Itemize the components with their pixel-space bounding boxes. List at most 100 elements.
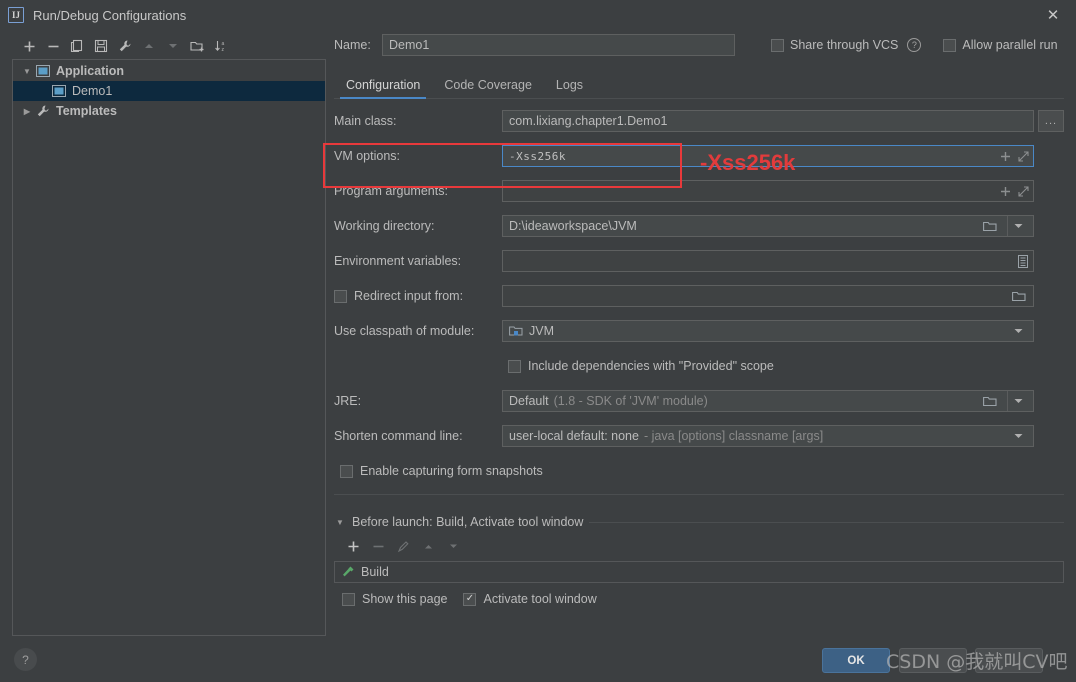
save-icon[interactable] [90, 35, 112, 57]
plus-icon[interactable] [1000, 186, 1011, 197]
wrench-icon[interactable] [114, 35, 136, 57]
tree-item-label: Demo1 [72, 84, 113, 98]
before-launch-header[interactable]: ▼ Before launch: Build, Activate tool wi… [334, 515, 1064, 529]
tree-item-templates[interactable]: ▶ Templates [13, 101, 325, 121]
jre-value: Default [509, 394, 549, 408]
jre-select[interactable]: Default (1.8 - SDK of 'JVM' module) [502, 390, 1034, 412]
chevron-down-icon[interactable] [1007, 216, 1029, 236]
redirect-input-checkbox[interactable] [334, 289, 347, 303]
plus-icon[interactable] [1000, 151, 1011, 162]
allow-parallel-group: Allow parallel run [943, 38, 1058, 52]
configurations-toolbar: a z [12, 33, 326, 59]
form-snapshots-label: Enable capturing form snapshots [360, 464, 543, 478]
tree-item-demo1[interactable]: · Demo1 [13, 81, 325, 101]
shorten-command-line-field-actions [1007, 425, 1029, 447]
jre-row: JRE: Default (1.8 - SDK of 'JVM' module) [334, 389, 1064, 413]
chevron-down-icon[interactable]: ▼ [334, 518, 346, 527]
classpath-module-select[interactable]: JVM [502, 320, 1034, 342]
intellij-idea-icon: IJ [8, 7, 24, 23]
folder-icon[interactable] [1009, 290, 1029, 302]
remove-task-button[interactable] [367, 535, 389, 557]
chevron-down-icon[interactable] [1007, 321, 1029, 341]
main-class-input[interactable]: com.lixiang.chapter1.Demo1 [502, 110, 1034, 132]
main-class-row: Main class: com.lixiang.chapter1.Demo1 .… [334, 109, 1064, 133]
vm-options-row: VM options: -Xss256k [334, 144, 1064, 168]
configuration-editor: Name: Demo1 Share through VCS ? Allow pa… [334, 33, 1064, 606]
task-down-button[interactable] [442, 535, 464, 557]
show-this-page-checkbox[interactable] [342, 592, 355, 606]
form-snapshots-checkbox[interactable] [340, 464, 353, 478]
expand-icon[interactable] [1018, 150, 1029, 162]
classpath-module-row: Use classpath of module: JVM [334, 319, 1064, 343]
vm-options-label: VM options: [334, 149, 401, 163]
sort-az-icon[interactable]: a z [210, 35, 232, 57]
chevron-down-icon[interactable] [1007, 391, 1029, 411]
form-snapshots-row: Enable capturing form snapshots [334, 459, 1064, 483]
share-vcs-checkbox[interactable] [771, 38, 784, 52]
folder-add-icon[interactable] [186, 35, 208, 57]
redirect-input-field[interactable] [502, 285, 1034, 307]
include-provided-checkbox[interactable] [508, 359, 521, 373]
shorten-command-line-select[interactable]: user-local default: none - java [options… [502, 425, 1034, 447]
remove-button[interactable] [42, 35, 64, 57]
expand-icon[interactable] [1018, 185, 1029, 197]
list-icon[interactable] [1017, 254, 1029, 268]
before-launch-title: Before launch: Build, Activate tool wind… [352, 515, 584, 529]
pencil-icon[interactable] [392, 535, 414, 557]
tree-item-application[interactable]: ▼ Application [13, 61, 325, 81]
before-launch-task-list[interactable]: Build [334, 561, 1064, 583]
chevron-right-icon[interactable]: ▶ [19, 107, 35, 116]
main-class-label: Main class: [334, 114, 397, 128]
ok-button[interactable]: OK [822, 648, 890, 673]
tab-configuration[interactable]: Configuration [334, 78, 432, 99]
wrench-icon [35, 104, 51, 118]
activate-tool-window-label: Activate tool window [483, 592, 597, 606]
tab-logs[interactable]: Logs [544, 78, 595, 99]
jre-value-hint: (1.8 - SDK of 'JVM' module) [553, 394, 708, 408]
vm-options-field-actions [1000, 145, 1029, 167]
help-icon[interactable]: ? [907, 38, 922, 52]
add-task-button[interactable] [342, 535, 364, 557]
tab-code-coverage[interactable]: Code Coverage [432, 78, 544, 99]
copy-icon[interactable] [66, 35, 88, 57]
name-row: Name: Demo1 Share through VCS ? Allow pa… [334, 33, 1064, 57]
classpath-module-value: JVM [529, 324, 554, 338]
watermark: CSDN @我就叫CV吧 [886, 651, 1068, 673]
folder-icon[interactable] [980, 395, 1000, 407]
environment-variables-input[interactable] [502, 250, 1034, 272]
configurations-tree[interactable]: ▼ Application · Demo [12, 59, 326, 636]
task-up-button[interactable] [417, 535, 439, 557]
add-button[interactable] [18, 35, 40, 57]
classpath-module-label: Use classpath of module: [334, 324, 475, 338]
allow-parallel-run-checkbox[interactable] [943, 38, 957, 52]
arrow-up-icon[interactable] [138, 35, 160, 57]
redirect-input-label-group: Redirect input from: [334, 289, 502, 303]
include-provided-label: Include dependencies with "Provided" sco… [528, 359, 774, 373]
working-directory-input[interactable]: D:\ideaworkspace\JVM [502, 215, 1034, 237]
arrow-down-icon[interactable] [162, 35, 184, 57]
allow-parallel-run-label: Allow parallel run [962, 38, 1058, 52]
before-launch-options: Show this page Activate tool window [334, 592, 1064, 606]
help-button[interactable]: ? [14, 648, 37, 671]
chevron-down-icon[interactable]: ▼ [19, 67, 35, 76]
include-provided-row: Include dependencies with "Provided" sco… [334, 354, 1064, 378]
jre-label: JRE: [334, 394, 362, 408]
chevron-down-icon[interactable] [1007, 426, 1029, 446]
run-debug-configurations-dialog: IJ Run/Debug Configurations ✕ a z ▼ Appl… [0, 0, 1076, 682]
before-launch-toolbar [334, 533, 1064, 559]
program-arguments-row: Program arguments: [334, 179, 1064, 203]
activate-tool-window-checkbox[interactable] [463, 592, 477, 606]
before-launch-rule [589, 521, 1064, 523]
svg-text:z: z [222, 47, 225, 53]
program-arguments-field-actions [1000, 180, 1029, 202]
folder-icon[interactable] [980, 220, 1000, 232]
build-hammer-icon [341, 565, 355, 579]
window-title: Run/Debug Configurations [33, 7, 187, 23]
program-arguments-input[interactable] [502, 180, 1034, 202]
name-input[interactable]: Demo1 [382, 34, 735, 56]
main-class-browse-button[interactable]: ... [1038, 110, 1064, 132]
show-this-page-label: Show this page [362, 592, 448, 606]
name-label: Name: [334, 38, 371, 52]
working-directory-row: Working directory: D:\ideaworkspace\JVM [334, 214, 1064, 238]
close-icon[interactable]: ✕ [1030, 0, 1076, 30]
